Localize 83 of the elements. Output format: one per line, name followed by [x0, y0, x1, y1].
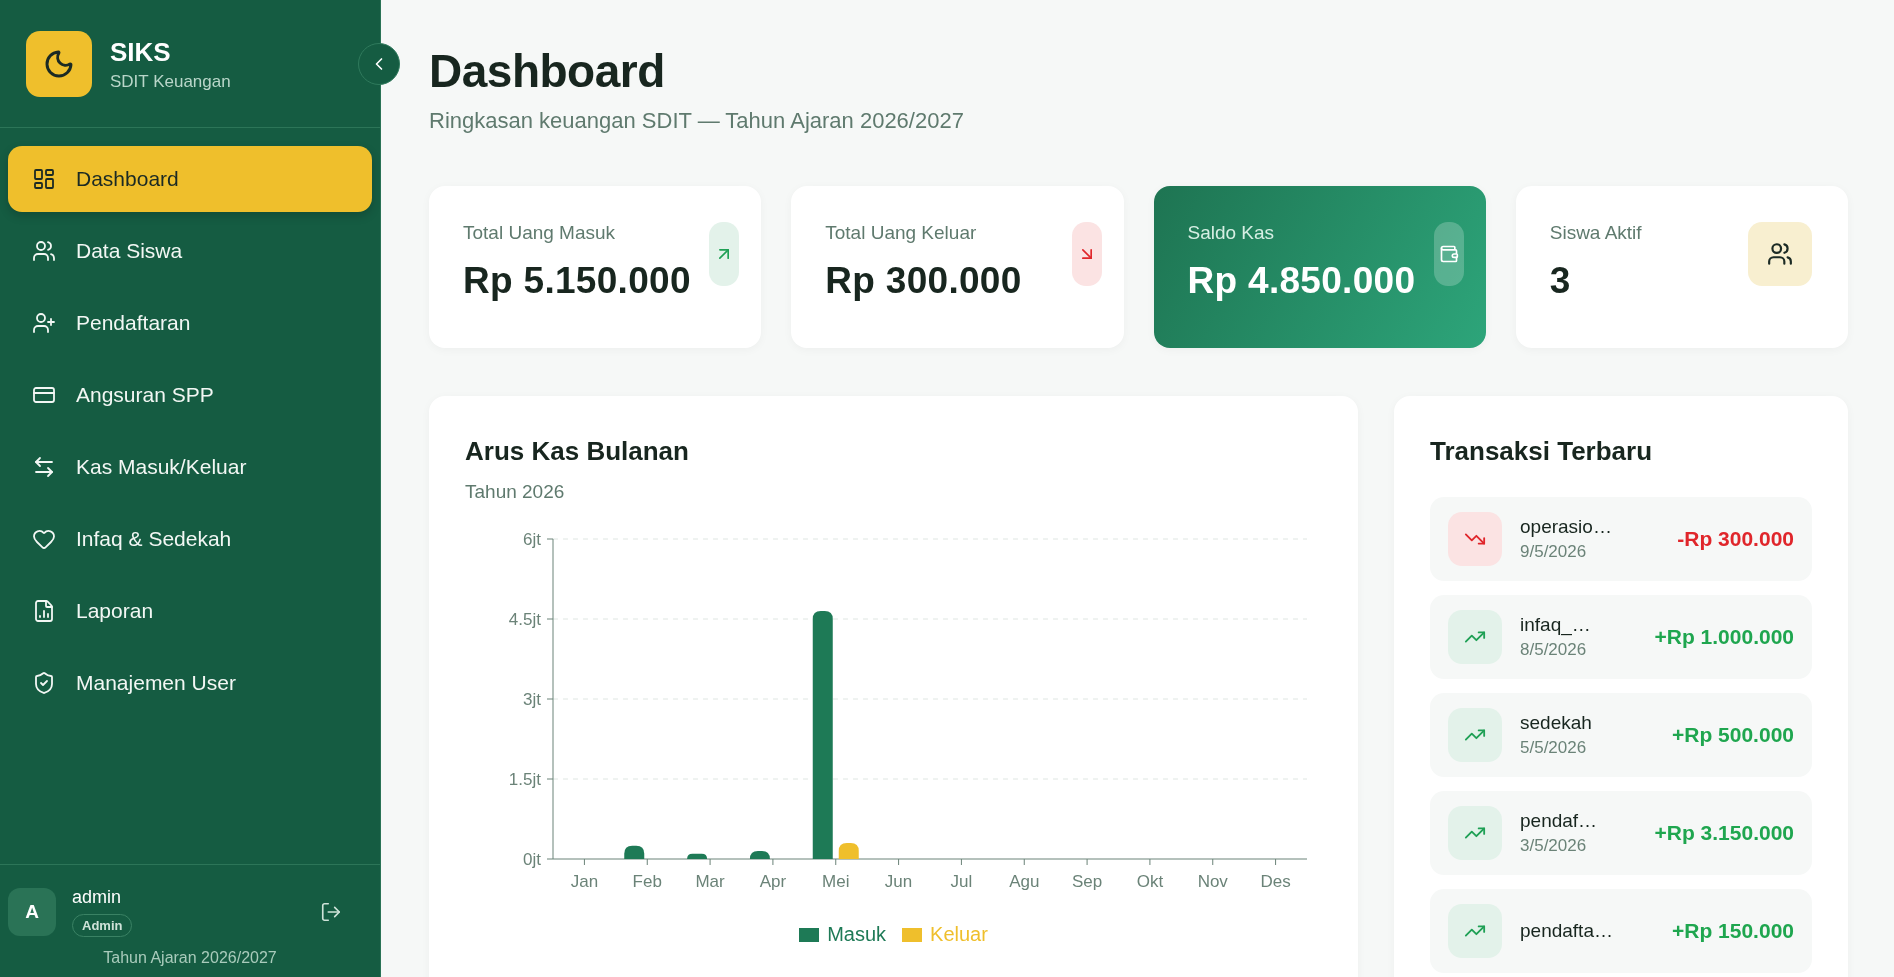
transaction-amount: +Rp 1.000.000 — [1654, 625, 1794, 649]
stat-value: 3 — [1549, 260, 1572, 302]
users-icon — [32, 239, 56, 263]
shield-check-icon — [32, 671, 56, 695]
axis-tick-label: Jul — [950, 872, 973, 891]
users-icon — [1767, 241, 1793, 267]
stat-label: Siswa Aktif — [1549, 222, 1643, 244]
legend-label: Keluar — [930, 923, 988, 946]
nav-item[interactable]: Angsuran SPP — [8, 362, 372, 428]
axis-tick-label: Nov — [1197, 872, 1228, 891]
brand-name: SIKS — [110, 36, 172, 68]
arrows-icon — [32, 455, 56, 479]
axis-tick-label: 4.5jt — [508, 610, 541, 629]
legend-swatch — [799, 927, 820, 942]
document-chart-icon — [32, 599, 56, 623]
transaction-name: pendaf… — [1520, 810, 1599, 832]
bar — [687, 853, 708, 859]
transaction-name: pendafta… — [1520, 920, 1614, 942]
academic-year: Tahun Ajaran 2026/2027 — [102, 949, 278, 967]
brand-subtitle: SDIT Keuangan — [110, 71, 231, 92]
card-title: Transaksi Terbaru — [1430, 436, 1654, 467]
axis-tick-label: 6jt — [523, 530, 541, 549]
collapse-button[interactable] — [358, 43, 400, 85]
user-name: admin — [72, 887, 122, 908]
stat-label: Total Uang Masuk — [463, 222, 617, 244]
axis-tick-label: Okt — [1136, 872, 1164, 891]
transaction-date: 3/5/2026 — [1520, 836, 1588, 856]
stat-value: Rp 300.000 — [825, 260, 1023, 302]
nav-item[interactable]: Pendaftaran — [8, 290, 372, 356]
transaction-amount: +Rp 3.150.000 — [1654, 821, 1794, 845]
axis-tick-label: 3jt — [523, 690, 541, 709]
transaction-name: operasio… — [1520, 516, 1613, 538]
transaction-row[interactable]: sedekah 5/5/2026 +Rp 500.000 — [1430, 693, 1812, 777]
nav-item[interactable]: Kas Masuk/Keluar — [8, 434, 372, 500]
axis-tick-label: Mei — [822, 872, 850, 891]
transaction-name: infaq_… — [1520, 614, 1592, 636]
transaction-row[interactable]: pendaf… 3/5/2026 +Rp 3.150.000 — [1430, 791, 1812, 875]
stat-label: Total Uang Keluar — [825, 222, 978, 244]
transaction-date: 5/5/2026 — [1520, 738, 1588, 758]
logout-button[interactable] — [320, 901, 342, 923]
bar — [624, 845, 645, 859]
transaction-date: 9/5/2026 — [1520, 542, 1588, 562]
stat-value: Rp 4.850.000 — [1187, 260, 1417, 302]
legend-label: Masuk — [827, 923, 887, 946]
transaction-row[interactable]: infaq_… 8/5/2026 +Rp 1.000.000 — [1430, 595, 1812, 679]
nav-item[interactable]: Laporan — [8, 578, 372, 644]
wallet-icon — [1438, 244, 1459, 264]
nav-item[interactable]: Manajemen User — [8, 650, 372, 716]
grid-icon — [32, 167, 56, 191]
axis-tick-label: Jan — [570, 872, 599, 891]
nav-item[interactable]: Data Siswa — [8, 218, 372, 284]
transaction-date: 8/5/2026 — [1520, 640, 1588, 660]
axis-tick-label: Des — [1260, 872, 1291, 891]
page-title: Dashboard — [429, 44, 666, 98]
axis-tick-label: Sep — [1071, 872, 1103, 891]
transaction-amount: +Rp 150.000 — [1672, 919, 1794, 943]
axis-tick-label: Apr — [759, 872, 787, 891]
moon-icon — [43, 48, 75, 80]
nav-item[interactable]: Infaq & Sedekah — [8, 506, 372, 572]
stat-label: Saldo Kas — [1187, 222, 1276, 244]
user-avatar: A — [8, 888, 56, 936]
axis-tick-label: Agu — [1009, 872, 1040, 891]
nav-item[interactable]: Dashboard — [8, 146, 372, 212]
axis-tick-label: Jun — [884, 872, 913, 891]
stat-value: Rp 5.150.000 — [463, 260, 692, 302]
axis-tick-label: 1.5jt — [508, 770, 541, 789]
logout-icon — [320, 901, 342, 923]
axis-tick-label: Mar — [695, 872, 725, 891]
page-subtitle: Ringkasan keuangan SDIT — Tahun Ajaran 2026/2027 — [429, 108, 965, 134]
card-title: Arus Kas Bulanan — [465, 436, 690, 467]
axis-tick-label: 0jt — [523, 850, 541, 869]
legend-swatch — [902, 927, 923, 942]
transaction-row[interactable]: operasio… 9/5/2026 -Rp 300.000 — [1430, 497, 1812, 581]
axis-tick-label: Feb — [632, 872, 662, 891]
bar — [749, 851, 770, 859]
heart-icon — [32, 527, 56, 551]
transaction-name: sedekah — [1520, 712, 1593, 734]
bar — [838, 843, 859, 859]
user-plus-icon — [32, 311, 56, 335]
card-subtitle: Tahun 2026 — [465, 481, 566, 503]
transaction-amount: +Rp 500.000 — [1672, 723, 1794, 747]
transaction-amount: -Rp 300.000 — [1677, 527, 1794, 551]
transaction-row[interactable]: pendafta… +Rp 150.000 — [1430, 889, 1812, 973]
